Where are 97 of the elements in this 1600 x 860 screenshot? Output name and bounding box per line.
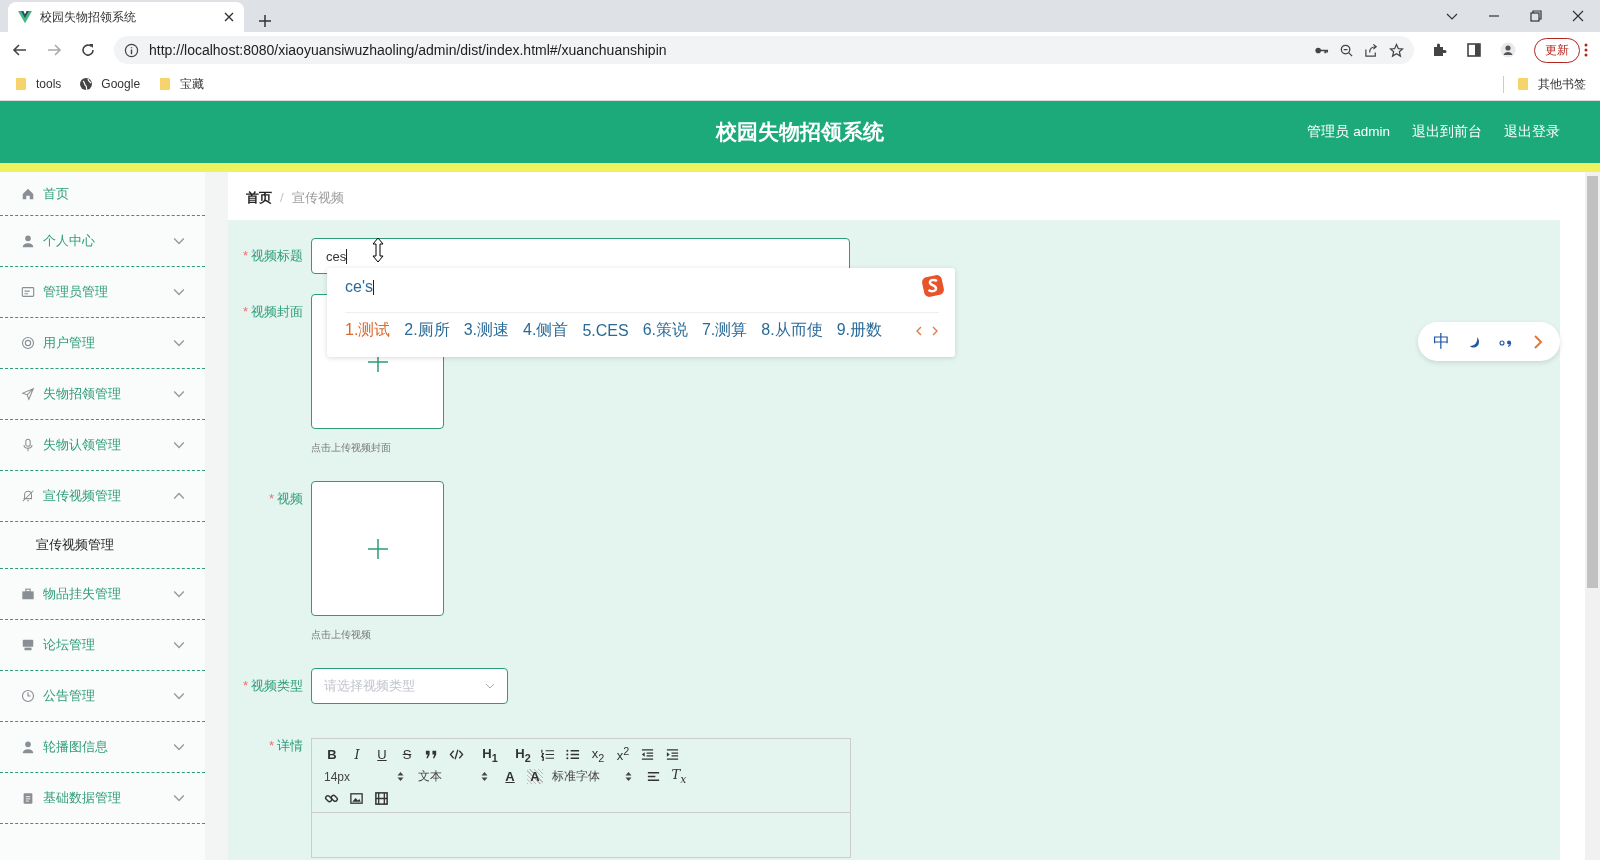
ime-composition: ce's (345, 278, 374, 296)
ime-candidate[interactable]: 4.侧首 (523, 320, 569, 341)
rich-text-editor[interactable]: B I U S H$_{1}$ H$_{2}$ x$_{2}$ x$^{2}$ 14px 文本 A A 标准字体 T$_{x}$ (311, 738, 851, 858)
cursor-icon (371, 237, 385, 263)
upload-hint: 点击上传视频封面 (311, 441, 392, 455)
new-tab-icon[interactable] (258, 14, 272, 28)
browser-tab[interactable]: 校园失物招领系统 (8, 2, 244, 32)
script-button[interactable]: x$_{2}$ (590, 745, 606, 764)
dropdown-picker[interactable]: 标准字体 (552, 768, 632, 785)
field-label: * 视频标题 (241, 247, 304, 265)
update-button[interactable]: 更新 (1534, 37, 1580, 63)
up-down-arrows-icon (397, 771, 404, 782)
previous-page-icon[interactable] (915, 325, 923, 336)
microphone-icon (21, 438, 35, 452)
field-label: * 详情 (267, 737, 304, 755)
profile-icon[interactable] (1500, 42, 1516, 58)
field-label: * 视频类型 (241, 677, 304, 695)
home-icon (21, 186, 35, 201)
bookmark[interactable]: 其他书签 (1503, 75, 1586, 93)
script-button[interactable]: x$^{2}$ (615, 745, 631, 764)
bookmark[interactable]: Google (79, 77, 141, 91)
ime-candidate[interactable]: 6.策说 (642, 320, 688, 341)
input-mode-toggle[interactable]: 中 (1432, 330, 1450, 353)
id-card-icon (21, 285, 35, 299)
user-icon (21, 740, 35, 754)
info-icon[interactable] (124, 42, 139, 58)
dropdown-picker[interactable]: 文本 (418, 768, 488, 785)
breadcrumb-item[interactable]: 首页 (246, 188, 272, 207)
font-color-button[interactable]: A (502, 769, 518, 784)
up-down-arrows-icon (625, 771, 632, 782)
restore-icon[interactable] (1530, 10, 1542, 22)
strikethrough-button[interactable]: S (399, 747, 415, 762)
clock-icon (21, 689, 35, 703)
breadcrumb-separator: / (280, 190, 284, 205)
side-panel-icon[interactable] (1466, 42, 1482, 58)
heading-button[interactable]: H$_{2}$ (515, 745, 531, 764)
app-title: 校园失物招领系统 (716, 119, 884, 145)
plus-icon (366, 537, 389, 560)
scrollbar[interactable] (1585, 172, 1600, 860)
ime-candidate[interactable]: 2.厕所 (404, 320, 450, 341)
ime-candidate[interactable]: 1.测试 (345, 320, 391, 341)
ime-candidate[interactable]: 7.测算 (701, 320, 748, 341)
url-text: http://localhost:8080/xiaoyuansiwuzhaoling/admin/dist/index.html#/xuanchuanshipin (149, 42, 668, 58)
more-icon[interactable] (1584, 43, 1588, 57)
address-bar[interactable]: http://localhost:8080/xiaoyuansiwuzhaoling/admin/dist/index.html#/xuanchuanshipin (114, 36, 1414, 64)
bell-off-icon (21, 489, 35, 503)
next-page-icon[interactable] (931, 325, 939, 336)
dropdown-picker[interactable]: 14px (324, 769, 404, 784)
s-logo-icon (921, 274, 945, 298)
breadcrumb-item: 宣传视频 (291, 188, 344, 207)
upload-hint: 点击上传视频 (311, 628, 372, 642)
ime-candidate[interactable]: 3.测速 (463, 320, 510, 341)
underline-button[interactable]: U (374, 747, 390, 762)
close-icon[interactable] (1572, 10, 1584, 22)
italic-button[interactable]: I (349, 747, 365, 762)
heading-button[interactable]: H$_{1}$ (482, 745, 498, 764)
link-icon[interactable] (324, 791, 339, 806)
outdent-icon[interactable] (640, 747, 655, 762)
clipboard-icon (21, 791, 35, 805)
bold-button[interactable]: B (324, 747, 340, 762)
target-icon (21, 336, 35, 350)
bookmark[interactable]: tools (14, 77, 62, 91)
close-icon[interactable] (224, 12, 234, 22)
folder-icon (14, 77, 28, 91)
reload-icon[interactable] (80, 42, 96, 58)
background-color-button[interactable]: A (527, 769, 543, 784)
bullet-list-icon[interactable] (565, 747, 580, 762)
back-arrow-icon[interactable] (12, 42, 28, 58)
up-down-arrows-icon (481, 771, 488, 782)
film-icon[interactable] (374, 791, 389, 806)
code-icon[interactable] (449, 747, 464, 762)
globe-icon (79, 77, 94, 91)
v-logo-icon (18, 10, 32, 24)
puzzle-icon[interactable] (1432, 42, 1448, 58)
field-label: * 视频封面 (241, 303, 304, 321)
zoom-out-icon[interactable] (1339, 42, 1354, 58)
share-icon[interactable] (1364, 42, 1379, 58)
ime-candidate[interactable]: 5.CES (582, 321, 629, 340)
folder-icon (158, 77, 173, 91)
tab-title: 校园失物招领系统 (40, 8, 137, 26)
send-icon (21, 387, 35, 401)
bookmark[interactable]: 宝藏 (158, 75, 205, 93)
field-label: * 视频 (267, 490, 304, 508)
indent-icon[interactable] (665, 747, 680, 762)
image-icon[interactable] (349, 791, 364, 806)
star-icon[interactable] (1389, 42, 1404, 58)
briefcase-icon (21, 587, 35, 601)
align-icon[interactable] (646, 769, 661, 784)
upload-box[interactable] (311, 481, 444, 616)
ime-candidate[interactable]: 9.册数 (836, 320, 882, 341)
folder-icon (1516, 77, 1530, 91)
clear-format-button[interactable]: T$_{x}$ (671, 767, 687, 786)
user-icon (21, 234, 35, 248)
numbered-list-icon[interactable] (540, 747, 555, 762)
monitor-icon (21, 638, 35, 652)
chevron-down-icon (485, 681, 495, 691)
ime-candidate[interactable]: 8.从而使 (761, 320, 823, 341)
